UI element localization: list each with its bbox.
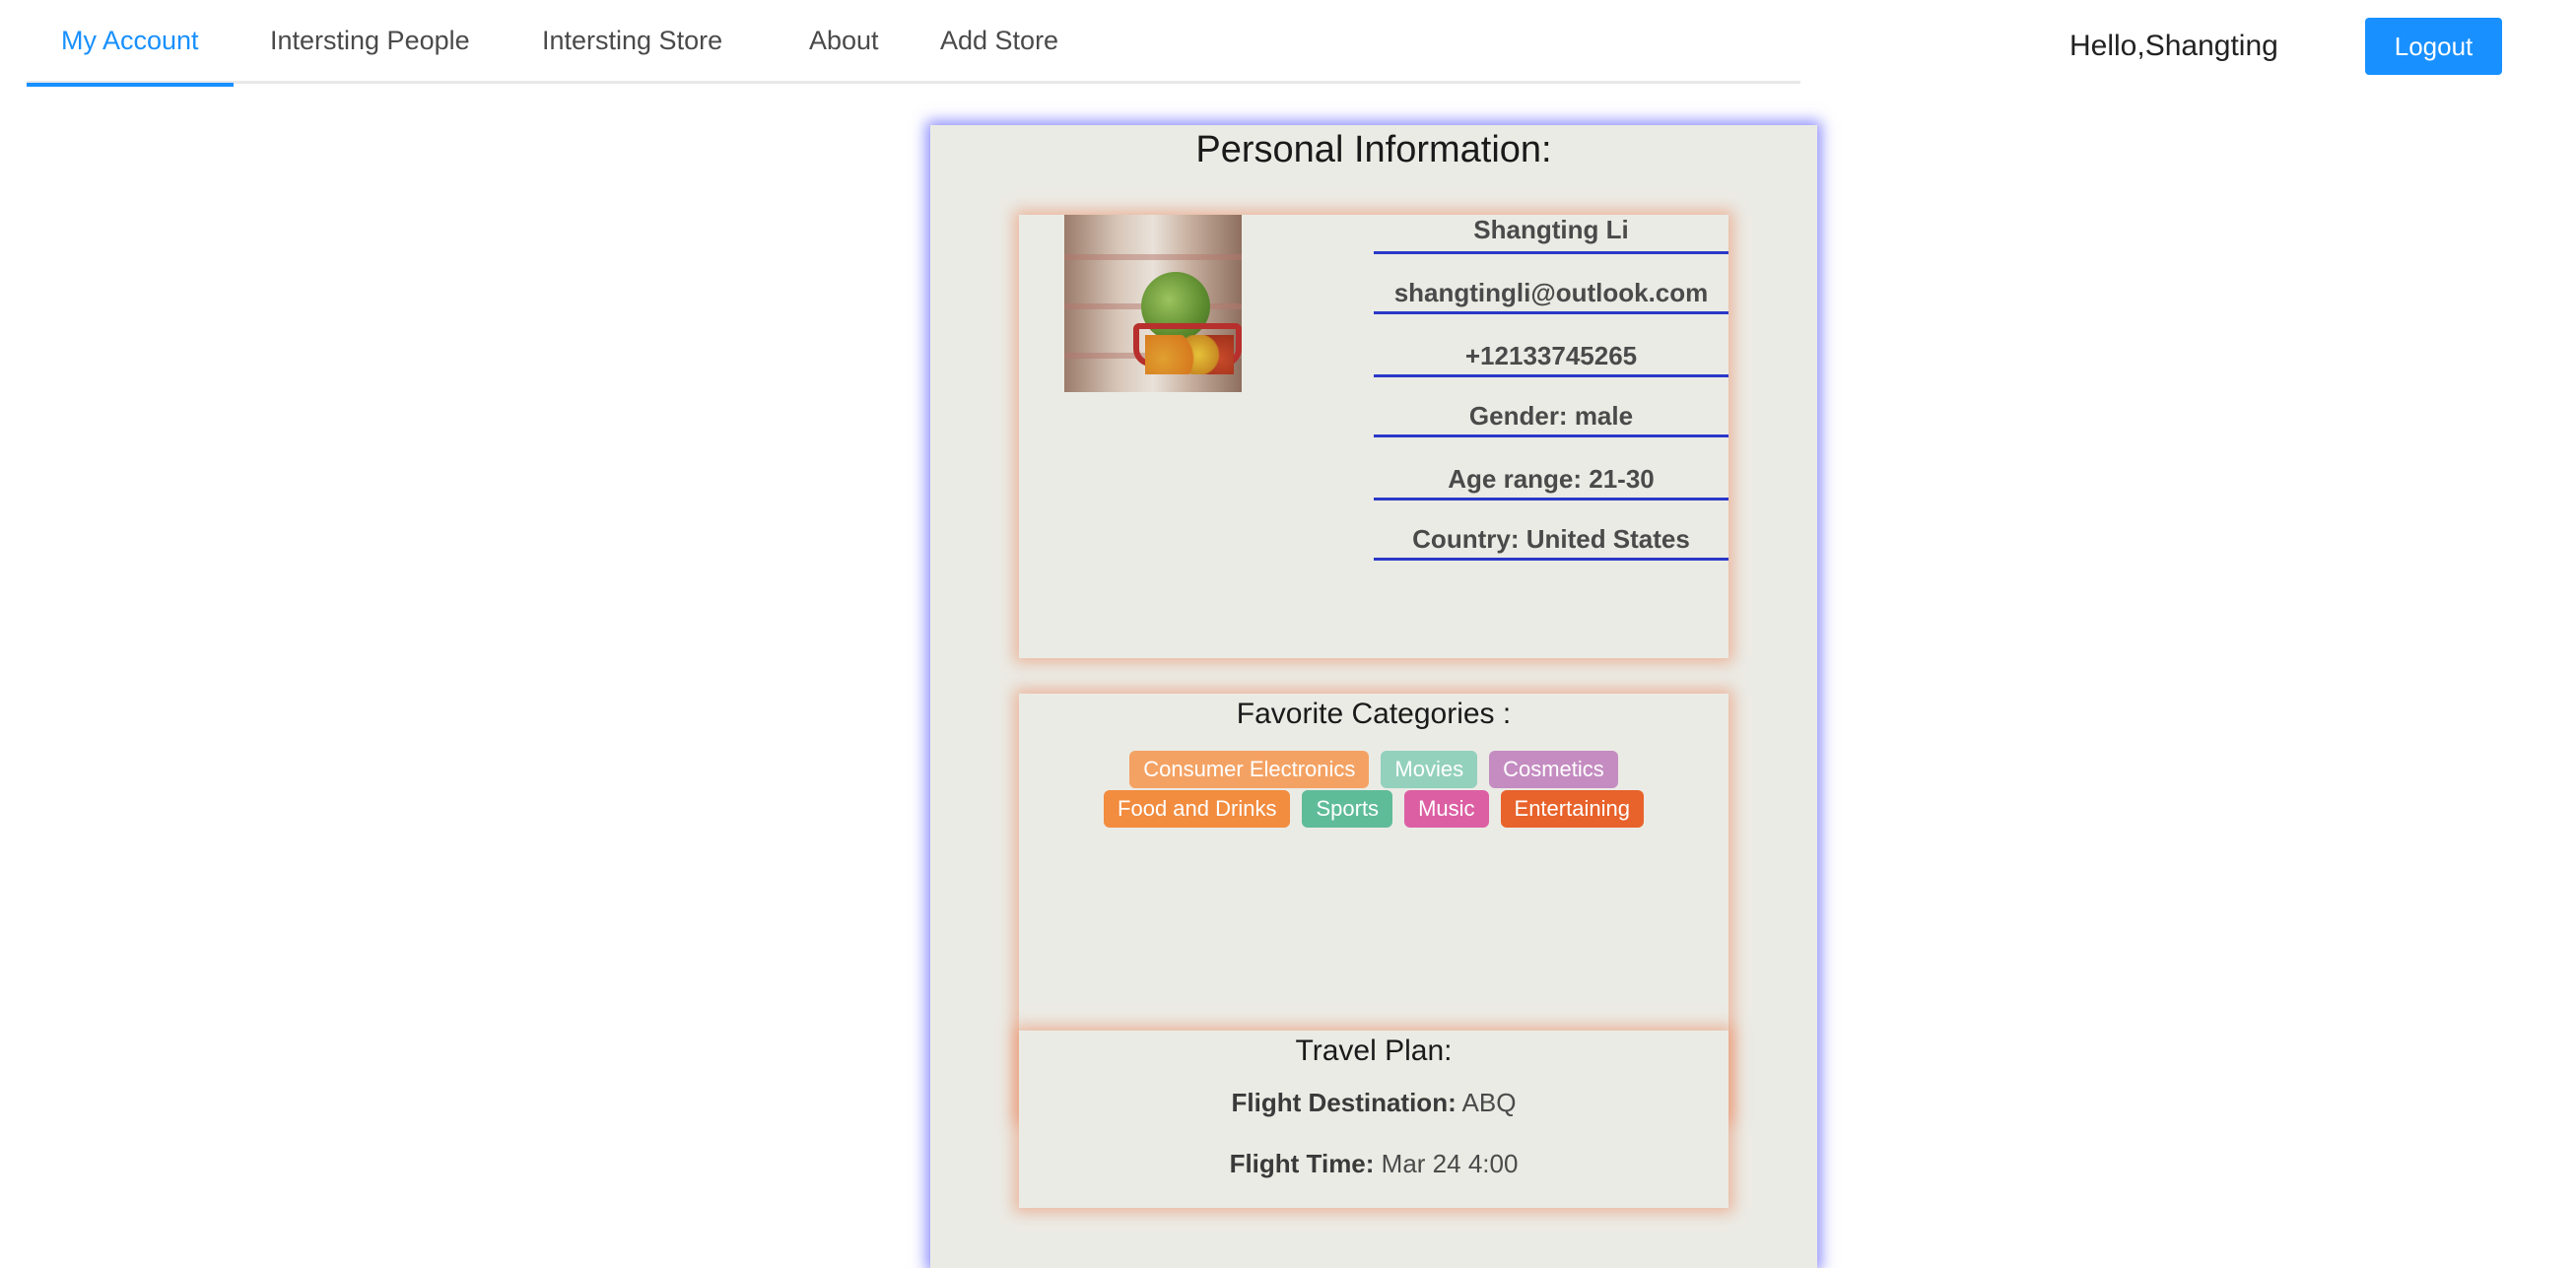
tab-about[interactable]: About [775, 0, 914, 84]
tab-add-store[interactable]: Add Store [906, 0, 1093, 84]
tab-intersting-people[interactable]: Intersting People [236, 0, 505, 84]
age-range-field: Age range: 21-30 [1374, 437, 1729, 501]
gender-field: Gender: male [1374, 377, 1729, 437]
tag-music[interactable]: Music [1404, 790, 1489, 828]
tag-entertaining[interactable]: Entertaining [1500, 790, 1644, 828]
phone-field: +12133745265 [1374, 314, 1729, 377]
tag-row-2: Food and Drinks Sports Music Entertaining [1019, 790, 1729, 828]
tag-food-and-drinks[interactable]: Food and Drinks [1104, 790, 1291, 828]
country-field: Country: United States [1374, 501, 1729, 561]
top-nav: My Account Intersting People Intersting … [27, 0, 1800, 87]
tag-sports[interactable]: Sports [1302, 790, 1393, 828]
tab-intersting-store[interactable]: Intersting Store [508, 0, 757, 84]
tag-row-1: Consumer Electronics Movies Cosmetics [1019, 751, 1729, 788]
page-title: Personal Information: [1195, 129, 1552, 170]
info-fields: Shangting Li shangtingli@outlook.com +12… [1374, 215, 1729, 561]
email-field: shangtingli@outlook.com [1374, 254, 1729, 314]
flight-time-value: Mar 24 4:00 [1381, 1149, 1519, 1178]
personal-info-panel: Personal Information: Shangting Li shang… [930, 125, 1817, 1268]
flight-destination: Flight Destination: ABQ [1019, 1088, 1729, 1118]
user-greeting: Hello,Shangting [2069, 30, 2278, 62]
travel-title: Travel Plan: [1295, 1034, 1453, 1067]
flight-destination-value: ABQ [1461, 1088, 1517, 1117]
logout-button[interactable]: Logout [2365, 18, 2502, 75]
categories-title: Favorite Categories : [1236, 698, 1512, 730]
tab-my-account[interactable]: My Account [27, 0, 234, 87]
name-field: Shangting Li [1374, 215, 1729, 254]
profile-image [1064, 215, 1242, 392]
flight-destination-label: Flight Destination: [1231, 1088, 1457, 1117]
flight-time-label: Flight Time: [1229, 1149, 1375, 1178]
tag-consumer-electronics[interactable]: Consumer Electronics [1129, 751, 1370, 788]
flight-time: Flight Time: Mar 24 4:00 [1019, 1149, 1729, 1179]
tag-movies[interactable]: Movies [1381, 751, 1478, 788]
personal-info-card: Shangting Li shangtingli@outlook.com +12… [1019, 215, 1729, 658]
travel-plan-card: Travel Plan: Flight Destination: ABQ Fli… [1019, 1031, 1729, 1208]
tag-cosmetics[interactable]: Cosmetics [1489, 751, 1618, 788]
